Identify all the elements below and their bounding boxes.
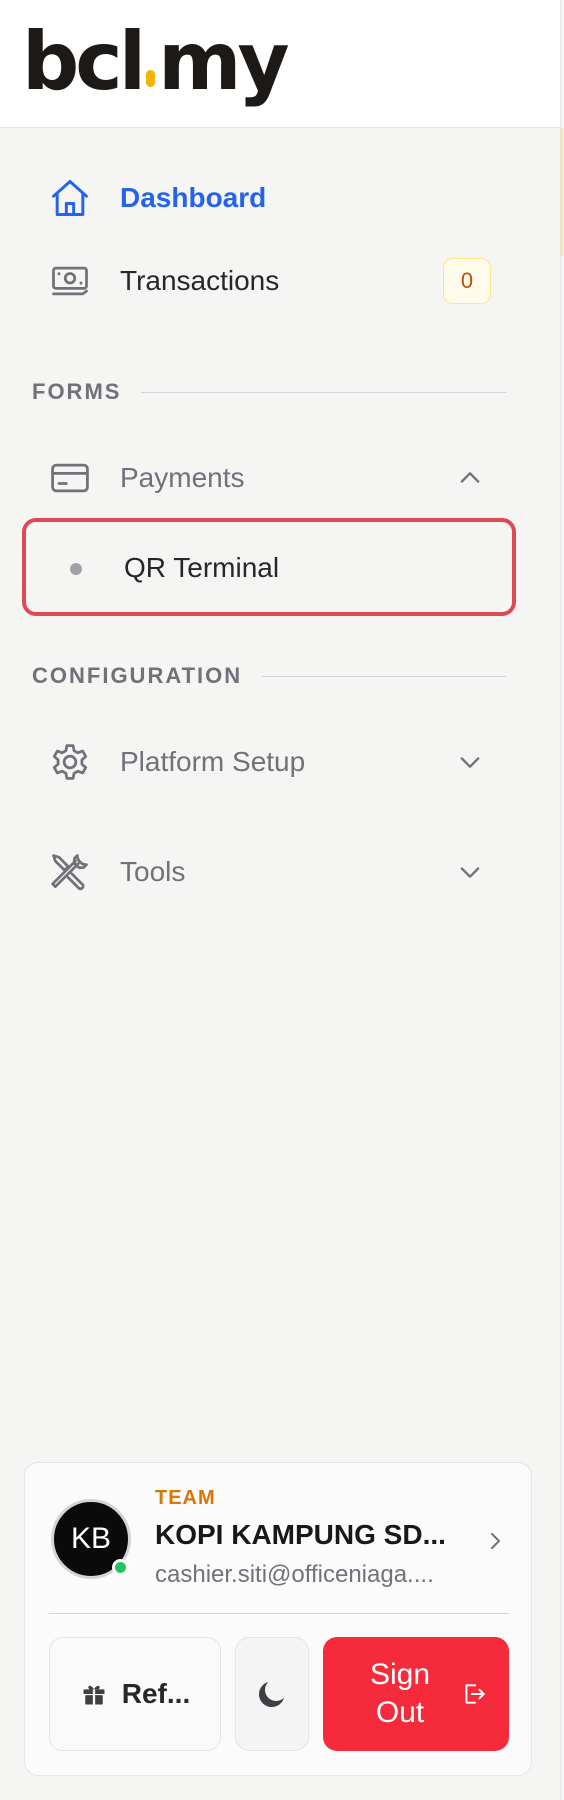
moon-icon xyxy=(258,1682,284,1708)
logo-dot xyxy=(146,70,156,87)
section-label-configuration: CONFIGURATION xyxy=(32,663,243,688)
referral-label: Ref... xyxy=(121,1678,191,1709)
section-label-forms: FORMS xyxy=(32,379,122,404)
online-status-indicator xyxy=(112,1559,129,1576)
account-card: KB TEAM KOPI KAMPUNG SD... cashier.siti@… xyxy=(24,1462,532,1776)
card-divider xyxy=(49,1613,509,1614)
sidebar-item-qr-terminal[interactable]: QR Terminal xyxy=(22,518,516,616)
chevron-down-icon xyxy=(460,757,480,768)
sidebar-item-tools[interactable]: Tools xyxy=(22,837,516,907)
logo-text-right: my xyxy=(158,15,290,108)
dashboard-label: Dashboard xyxy=(120,182,267,213)
tools-label: Tools xyxy=(120,856,186,887)
sidebar-item-dashboard[interactable]: Dashboard xyxy=(22,163,516,233)
qr-terminal-label: QR Terminal xyxy=(124,552,280,583)
wrench-screwdriver-icon xyxy=(51,854,88,891)
sidebar-border xyxy=(560,0,561,1800)
sidebar-item-transactions[interactable]: Transactions 0 xyxy=(22,246,516,316)
section-divider xyxy=(141,391,506,393)
home-icon xyxy=(52,180,88,216)
section-header-forms: FORMS xyxy=(32,379,506,405)
gift-icon xyxy=(83,1685,105,1705)
top-bar: bcl my xyxy=(0,0,560,128)
theme-toggle-button[interactable] xyxy=(235,1637,309,1751)
bullet-dot-icon xyxy=(70,563,82,575)
sidebar-item-payments[interactable]: Payments xyxy=(22,443,516,513)
section-divider xyxy=(262,675,506,677)
logo-text-left: bcl xyxy=(22,15,146,108)
logout-icon xyxy=(465,1684,485,1704)
credit-card-icon xyxy=(51,463,89,493)
team-label: TEAM xyxy=(155,1487,216,1509)
sign-out-button[interactable]: Sign Out xyxy=(323,1637,509,1751)
team-name[interactable]: KOPI KAMPUNG SD... xyxy=(155,1519,455,1551)
referral-button[interactable]: Ref... xyxy=(49,1637,221,1751)
transactions-label: Transactions xyxy=(120,265,280,296)
platform-setup-label: Platform Setup xyxy=(120,746,306,777)
user-email: cashier.siti@officeniaga.... xyxy=(155,1561,434,1588)
chevron-up-icon xyxy=(460,472,480,483)
banknote-icon xyxy=(52,266,88,296)
avatar-initials: KB xyxy=(70,1522,112,1555)
payments-label: Payments xyxy=(120,462,245,493)
brand-logo[interactable]: bcl my xyxy=(22,15,290,108)
sidebar-item-platform-setup[interactable]: Platform Setup xyxy=(22,727,516,797)
sign-out-label: Sign Out xyxy=(369,1658,431,1729)
gear-icon xyxy=(52,744,88,780)
content-edge-accent xyxy=(560,128,563,256)
chevron-down-icon xyxy=(460,867,480,878)
transactions-count-badge: 0 xyxy=(443,258,491,304)
chevron-right-icon[interactable] xyxy=(483,1529,507,1553)
section-header-configuration: CONFIGURATION xyxy=(32,663,506,689)
